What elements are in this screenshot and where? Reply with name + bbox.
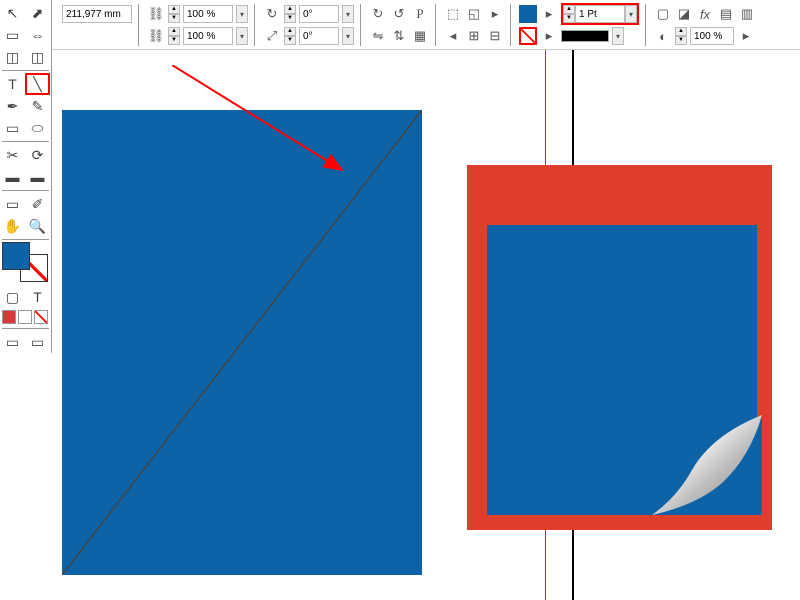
- select-content-icon[interactable]: ◱: [465, 5, 483, 23]
- eyedropper-tool[interactable]: ✐: [25, 193, 50, 215]
- dropdown-icon[interactable]: ▾: [612, 27, 624, 45]
- dropdown-icon[interactable]: ▾: [236, 5, 248, 23]
- hand-tool[interactable]: ✋: [0, 215, 25, 237]
- opacity-input[interactable]: [690, 27, 734, 45]
- scale-y-input[interactable]: [183, 27, 233, 45]
- no-stroke-button[interactable]: [519, 27, 537, 45]
- spin-up-icon[interactable]: ▲: [284, 27, 296, 36]
- dropdown-icon[interactable]: ▾: [342, 5, 354, 23]
- rotate-group: ↻ ▲▼ ▾ ⤢ ▲▼ ▾: [263, 4, 361, 46]
- shadow-icon[interactable]: ◪: [675, 5, 693, 23]
- fx-icon[interactable]: fx: [696, 5, 714, 23]
- spin-down-icon[interactable]: ▼: [563, 14, 575, 23]
- flip-h-icon[interactable]: ⇋: [369, 27, 387, 45]
- transform-tool[interactable]: ⟳: [25, 144, 50, 166]
- toolbox-panel: ↖⬈ ▭⇔ ◫◫ T╲ ✒✎ ▭⬭ ✂⟳ ▬▬ ▭✐ ✋🔍 ▢T ▭▭: [0, 0, 52, 353]
- spin-down-icon[interactable]: ▼: [284, 36, 296, 45]
- spin-up-icon[interactable]: ▲: [284, 5, 296, 14]
- expand-icon[interactable]: ▸: [540, 27, 558, 45]
- opacity-icon[interactable]: ◐: [654, 27, 672, 45]
- flip-v-icon[interactable]: ⇅: [390, 27, 408, 45]
- spin-down-icon[interactable]: ▼: [675, 36, 687, 45]
- select-container-icon[interactable]: ⬚: [444, 5, 462, 23]
- position-input[interactable]: [62, 5, 132, 23]
- pen-tool[interactable]: ✒: [0, 95, 25, 117]
- rotate-cw-icon[interactable]: ↻: [369, 5, 387, 23]
- selection-tool[interactable]: ↖: [0, 2, 25, 24]
- dropdown-icon[interactable]: ▾: [236, 27, 248, 45]
- spin-down-icon[interactable]: ▼: [168, 14, 180, 23]
- tree2-icon[interactable]: ⊟: [486, 27, 504, 45]
- canvas-area[interactable]: [52, 50, 800, 600]
- rotate-input-2[interactable]: [299, 27, 339, 45]
- dropdown-icon[interactable]: ▾: [342, 27, 354, 45]
- stroke-weight-input[interactable]: [575, 5, 625, 23]
- rotate-ccw-icon[interactable]: ↺: [390, 5, 408, 23]
- rotate-icon[interactable]: ↻: [263, 5, 281, 23]
- type-tool[interactable]: T: [0, 73, 25, 95]
- gradient-feather-tool[interactable]: ▬: [25, 166, 50, 188]
- color-swatch-stack[interactable]: [2, 242, 50, 284]
- diagonal-line-object[interactable]: [62, 110, 422, 575]
- spin-up-icon[interactable]: ▲: [168, 5, 180, 14]
- container-format-icon[interactable]: ▢: [0, 286, 25, 308]
- wrap-icon[interactable]: ▤: [717, 5, 735, 23]
- position-group: [62, 4, 139, 46]
- zoom-tool[interactable]: 🔍: [25, 215, 50, 237]
- line-tool[interactable]: ╲: [25, 73, 50, 95]
- spin-up-icon[interactable]: ▲: [168, 27, 180, 36]
- note-tool[interactable]: ▭: [0, 193, 25, 215]
- scissors-tool[interactable]: ✂: [0, 144, 25, 166]
- fill-stroke-group: ▸ ▲▼ ▾ ▸ ▾: [519, 4, 646, 46]
- effects-group: ▢ ◪ fx ▤ ▥ ◐ ▲▼ ▸: [654, 4, 762, 46]
- pencil-tool[interactable]: ✎: [25, 95, 50, 117]
- link-icon[interactable]: ⛓: [147, 27, 165, 45]
- gap-tool[interactable]: ⇔: [25, 24, 50, 46]
- expand-icon[interactable]: ▸: [540, 5, 558, 23]
- spin-down-icon[interactable]: ▼: [168, 36, 180, 45]
- expand-icon[interactable]: ▸: [737, 27, 755, 45]
- content-tool[interactable]: ◫: [0, 46, 25, 68]
- fill-color-swatch[interactable]: [519, 5, 537, 23]
- content-tool-2[interactable]: ◫: [25, 46, 50, 68]
- arrange-group: ⬚ ◱ ▸ ◂ ⊞ ⊟: [444, 4, 511, 46]
- page-curl-effect: [652, 415, 762, 515]
- wrap2-icon[interactable]: ▥: [738, 5, 756, 23]
- rectangle-tool[interactable]: ▭: [0, 117, 25, 139]
- stroke-color-swatch[interactable]: [561, 30, 609, 42]
- screen-mode-icon[interactable]: ▭: [25, 331, 50, 353]
- dropdown-icon[interactable]: ▾: [625, 5, 637, 23]
- apply-color-icon[interactable]: [2, 310, 16, 324]
- scale-group: ⛓ ▲▼ ▾ ⛓ ▲▼ ▾: [147, 4, 255, 46]
- spin-up-icon[interactable]: ▲: [675, 27, 687, 36]
- spin-down-icon[interactable]: ▼: [284, 14, 296, 23]
- shear-icon[interactable]: ⤢: [263, 27, 281, 45]
- flip-group: ↻ ↺ P ⇋ ⇅ ▦: [369, 4, 436, 46]
- ellipse-tool[interactable]: ⬭: [25, 117, 50, 139]
- apply-none-icon[interactable]: [34, 310, 48, 324]
- rotate-input-1[interactable]: [299, 5, 339, 23]
- view-mode-icon[interactable]: ▭: [0, 331, 25, 353]
- character-icon[interactable]: P: [411, 5, 429, 23]
- page-tool[interactable]: ▭: [0, 24, 25, 46]
- gradient-tool[interactable]: ▬: [0, 166, 25, 188]
- fill-swatch-icon[interactable]: [2, 242, 30, 270]
- scale-x-input[interactable]: [183, 5, 233, 23]
- tree-icon[interactable]: ⊞: [465, 27, 483, 45]
- text-format-icon[interactable]: T: [25, 286, 50, 308]
- select-next-icon[interactable]: ◂: [444, 27, 462, 45]
- select-prev-icon[interactable]: ▸: [486, 5, 504, 23]
- grid-icon[interactable]: ▦: [411, 27, 429, 45]
- top-toolbar: ⛓ ▲▼ ▾ ⛓ ▲▼ ▾ ↻ ▲▼ ▾ ⤢ ▲▼ ▾ ↻ ↺ P: [0, 0, 800, 50]
- direct-selection-tool[interactable]: ⬈: [25, 2, 50, 24]
- spin-up-icon[interactable]: ▲: [563, 5, 575, 14]
- apply-gradient-icon[interactable]: [18, 310, 32, 324]
- effect-icon[interactable]: ▢: [654, 5, 672, 23]
- link-icon[interactable]: ⛓: [147, 5, 165, 23]
